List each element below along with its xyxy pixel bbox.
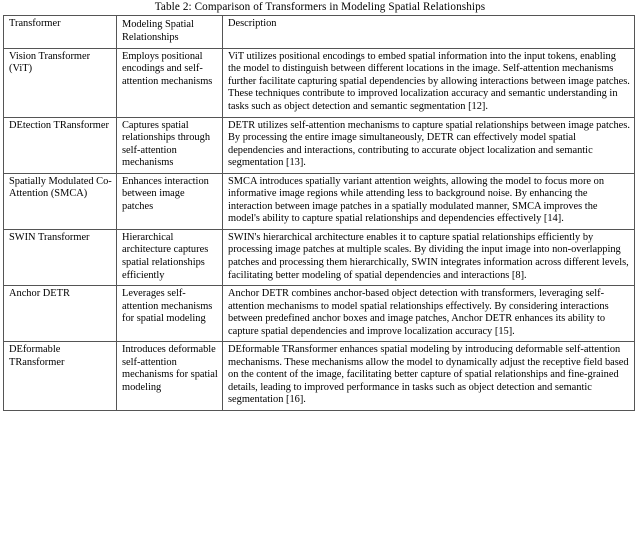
table-header: Transformer Modeling Spatial Relationshi… — [3, 15, 635, 49]
document-page: Table 2: Comparison of Transformers in M… — [0, 0, 640, 556]
table-row: Spatially Modulated Co-Attention (SMCA) … — [3, 172, 635, 230]
table-row: DEformable TRansformer Introduces deform… — [3, 341, 635, 412]
cell-transformer-name: DEtection TRansformer — [3, 116, 117, 174]
cell-description: DETR utilizes self-attention mechanisms … — [222, 116, 635, 174]
table-caption: Table 2: Comparison of Transformers in M… — [154, 1, 486, 13]
table-row: SWIN Transformer Hierarchical architectu… — [3, 228, 635, 287]
table-row: Vision Transformer (ViT) Employs positio… — [3, 47, 635, 118]
table-header-row: Transformer Modeling Spatial Relationshi… — [3, 15, 635, 49]
table-row: DEtection TRansformer Captures spatial r… — [3, 116, 635, 174]
table-row: Anchor DETR Leverages self-attention mec… — [3, 285, 635, 343]
cell-modeling-spatial-relationships: Enhances interaction between image patch… — [116, 172, 223, 230]
cell-modeling-spatial-relationships: Introduces deformable self-attention mec… — [116, 341, 223, 412]
cell-modeling-spatial-relationships: Leverages self-attention mechanisms for … — [116, 285, 223, 343]
table-body: Vision Transformer (ViT) Employs positio… — [3, 47, 635, 412]
column-header-modeling-spatial-relationships: Modeling Spatial Relationships — [116, 15, 223, 49]
cell-description: SMCA introduces spatially variant attent… — [222, 172, 635, 230]
cell-description: ViT utilizes positional encodings to emb… — [222, 47, 635, 118]
cell-modeling-spatial-relationships: Captures spatial relationships through s… — [116, 116, 223, 174]
cell-transformer-name: DEformable TRansformer — [3, 341, 117, 412]
cell-description: SWIN's hierarchical architecture enables… — [222, 228, 635, 287]
cell-transformer-name: SWIN Transformer — [3, 228, 117, 287]
cell-transformer-name: Anchor DETR — [3, 285, 117, 343]
cell-description: Anchor DETR combines anchor-based object… — [222, 285, 635, 343]
cell-description: DEformable TRansformer enhances spatial … — [222, 341, 635, 412]
column-header-description: Description — [222, 15, 635, 49]
cell-modeling-spatial-relationships: Employs positional encodings and self-at… — [116, 47, 223, 118]
cell-modeling-spatial-relationships: Hierarchical architecture captures spati… — [116, 228, 223, 287]
column-header-transformer: Transformer — [3, 15, 117, 49]
cell-transformer-name: Spatially Modulated Co-Attention (SMCA) — [3, 172, 117, 230]
cell-transformer-name: Vision Transformer (ViT) — [3, 47, 117, 118]
comparison-table: Transformer Modeling Spatial Relationshi… — [3, 15, 635, 412]
